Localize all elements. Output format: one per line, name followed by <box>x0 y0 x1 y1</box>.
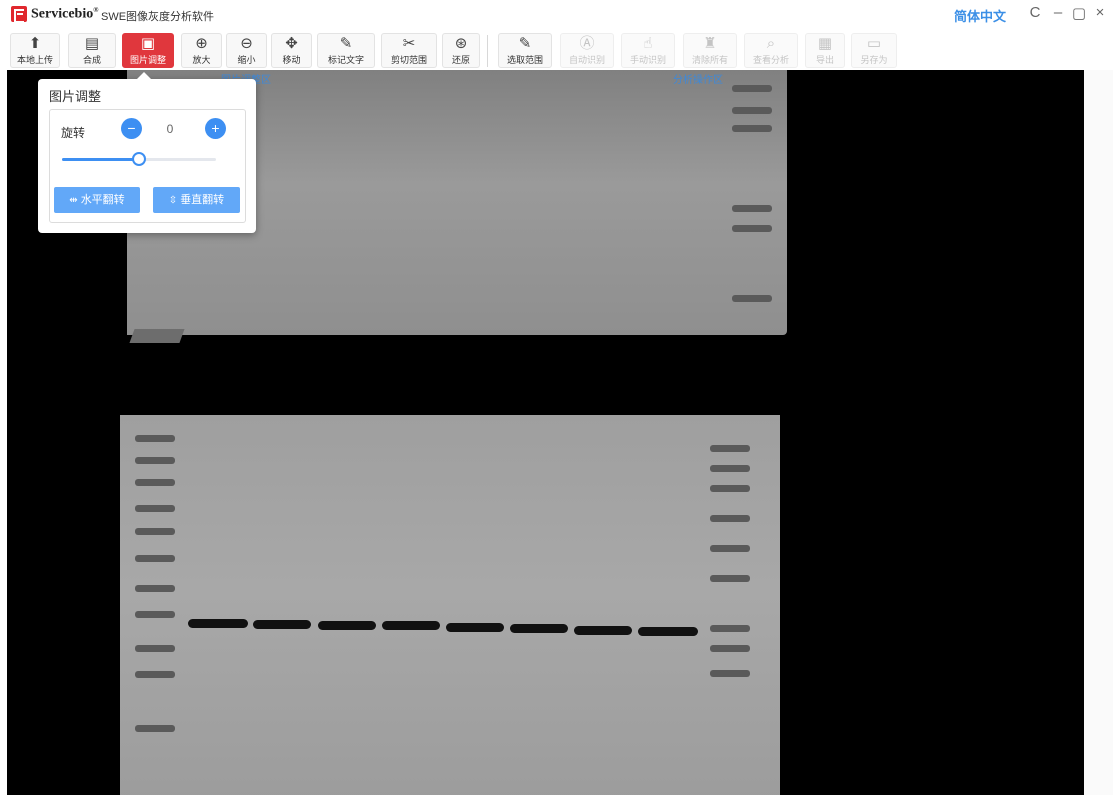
restore-button[interactable]: ⊛ 还原 <box>442 33 480 68</box>
move-button[interactable]: ✥ 移动 <box>271 33 312 68</box>
select-range-button[interactable]: ✎ 选取范围 <box>498 33 552 68</box>
scissors-icon: ✂ <box>402 35 416 52</box>
upload-button[interactable]: ⬆ 本地上传 <box>10 33 60 68</box>
clear-all-icon: ♜ <box>703 35 717 52</box>
close-icon[interactable]: × <box>1091 4 1109 21</box>
toolbar: ⬆ 本地上传 ▤ 合成 ▣ 图片调整 ⊕ 放大 ⊖ 缩小 ✥ 移动 ✎ 标记文字… <box>0 30 1113 70</box>
servicebio-logo-icon <box>11 6 27 23</box>
protein-band <box>318 621 376 630</box>
rotation-label: 旋转 <box>61 126 86 140</box>
image-adjust-button[interactable]: ▣ 图片调整 <box>122 33 174 68</box>
protein-band <box>510 624 568 633</box>
protein-band <box>638 627 698 636</box>
export-icon: ▦ <box>817 35 833 52</box>
zoom-in-button[interactable]: ⊕ 放大 <box>181 33 222 68</box>
auto-detect-icon: Ⓐ <box>579 35 595 52</box>
zoom-out-button[interactable]: ⊖ 缩小 <box>226 33 267 68</box>
flip-vertical-icon: ⇳ <box>168 195 178 206</box>
protein-band <box>188 619 248 628</box>
protein-band <box>253 620 311 629</box>
minimize-icon[interactable]: – <box>1049 4 1067 21</box>
save-as-icon: ▭ <box>866 35 882 52</box>
export-button[interactable]: ▦ 导出 <box>805 33 845 68</box>
panel-title: 图片调整 <box>49 89 102 104</box>
maximize-icon[interactable]: ▢ <box>1070 4 1088 22</box>
image-adjust-panel: 图片调整 旋转 − 0 + ⇹ 水平翻转 ⇳ 垂直翻转 <box>38 72 256 233</box>
toolbar-divider <box>487 35 488 67</box>
flip-horizontal-button[interactable]: ⇹ 水平翻转 <box>54 187 140 213</box>
refresh-icon[interactable]: C <box>1026 4 1044 21</box>
protein-band <box>574 626 632 635</box>
save-as-button[interactable]: ▭ 另存为 <box>851 33 897 68</box>
upload-icon: ⬆ <box>28 35 42 52</box>
rotate-plus-button[interactable]: + <box>205 118 226 139</box>
cut-range-button[interactable]: ✂ 剪切范围 <box>381 33 437 68</box>
edit-text-icon: ✎ <box>339 35 353 52</box>
manual-detect-button[interactable]: ☝ 手动识别 <box>621 33 675 68</box>
rotation-slider-thumb[interactable] <box>132 152 146 166</box>
image-adjust-icon: ▣ <box>140 35 156 52</box>
restore-icon: ⊛ <box>454 35 468 52</box>
vertical-scrollbar[interactable] <box>1084 70 1113 795</box>
language-selector[interactable]: 简体中文 <box>954 6 1006 25</box>
analysis-zone-label: 分析操作区 <box>673 75 723 86</box>
mark-text-button[interactable]: ✎ 标记文字 <box>317 33 375 68</box>
gel-image-bottom <box>120 415 780 795</box>
merge-button[interactable]: ▤ 合成 <box>68 33 116 68</box>
zoom-in-icon: ⊕ <box>195 35 208 52</box>
move-icon: ✥ <box>285 35 298 52</box>
view-analysis-button[interactable]: ⌕ 查看分析 <box>744 33 798 68</box>
select-range-icon: ✎ <box>518 35 532 52</box>
protein-band <box>446 623 504 632</box>
rotation-slider-fill <box>62 158 139 161</box>
protein-band <box>382 621 440 630</box>
rotation-value: 0 <box>166 122 174 136</box>
zoom-out-icon: ⊖ <box>240 35 253 52</box>
flip-vertical-button[interactable]: ⇳ 垂直翻转 <box>153 187 240 213</box>
brand-name: Servicebio® <box>31 6 99 22</box>
title-bar: Servicebio® SWE图像灰度分析软件 简体中文 C – ▢ × <box>0 0 1113 30</box>
panel-body: 旋转 − 0 + ⇹ 水平翻转 ⇳ 垂直翻转 <box>49 109 246 223</box>
manual-detect-icon: ☝ <box>643 35 653 52</box>
view-analysis-icon: ⌕ <box>766 35 776 52</box>
merge-icon: ▤ <box>84 35 100 52</box>
clear-all-button[interactable]: ♜ 清除所有 <box>683 33 737 68</box>
auto-detect-button[interactable]: Ⓐ 自动识别 <box>560 33 614 68</box>
rotate-minus-button[interactable]: − <box>121 118 142 139</box>
flip-horizontal-icon: ⇹ <box>69 195 78 206</box>
app-title: SWE图像灰度分析软件 <box>101 11 215 23</box>
rotation-slider[interactable] <box>62 152 216 166</box>
